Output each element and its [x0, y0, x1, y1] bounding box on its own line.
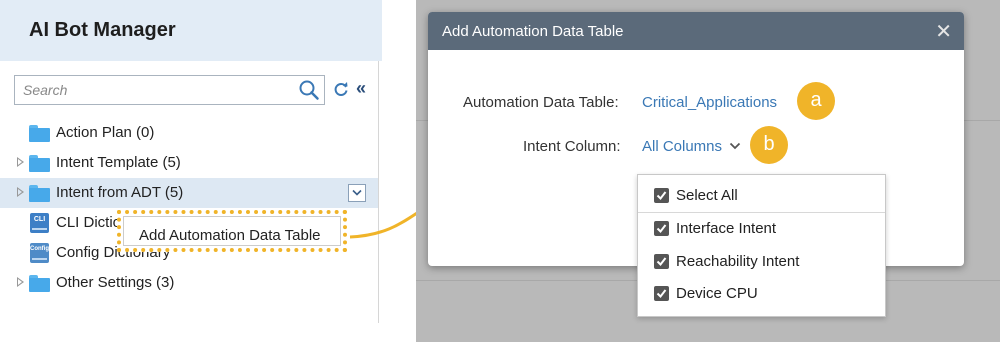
- dropdown-option-reachability-intent[interactable]: Reachability Intent: [638, 246, 885, 278]
- dropdown-option-label: Device CPU: [676, 285, 758, 302]
- config-icon: Config: [30, 243, 49, 263]
- dropdown-option-device-cpu[interactable]: Device CPU: [638, 278, 885, 310]
- refresh-icon[interactable]: [333, 81, 349, 97]
- context-menu-item-label[interactable]: Add Automation Data Table: [139, 227, 321, 244]
- dropdown-option-interface-intent[interactable]: Interface Intent: [638, 213, 885, 245]
- tree-item-label: Other Settings (3): [56, 274, 175, 291]
- tree-item-label: Intent from ADT (5): [56, 184, 184, 201]
- dialog-header: Add Automation Data Table ✕: [428, 12, 964, 50]
- callout-badge-b: b: [750, 126, 788, 164]
- dialog-title: Add Automation Data Table: [442, 23, 624, 40]
- panel-title: AI Bot Manager: [29, 19, 176, 41]
- dropdown-option-label: Interface Intent: [676, 220, 777, 237]
- callout-badge-a: a: [797, 82, 835, 120]
- close-icon[interactable]: ✕: [935, 19, 952, 44]
- cli-icon: CLI: [30, 213, 49, 233]
- folder-icon: [29, 275, 50, 292]
- tree-item-label: Action Plan (0): [56, 124, 155, 141]
- panel-header: AI Bot Manager: [0, 0, 382, 61]
- search-icon[interactable]: [298, 79, 320, 101]
- tree-item-intent-template[interactable]: Intent Template (5): [0, 148, 378, 178]
- checkbox-checked[interactable]: [654, 286, 669, 301]
- tree-item-other-settings[interactable]: Other Settings (3): [0, 268, 378, 298]
- dropdown-option-label: Reachability Intent: [676, 253, 800, 270]
- dropdown-option-label: Select All: [676, 187, 738, 204]
- adt-value-link[interactable]: Critical_Applications: [642, 94, 777, 111]
- collapse-panel-icon[interactable]: «: [356, 78, 366, 99]
- folder-icon: [29, 185, 50, 202]
- search-field[interactable]: Search: [14, 75, 325, 105]
- ai-bot-manager-panel: AI Bot Manager Search « Action Plan (0) …: [0, 0, 382, 323]
- intent-column-dropdown: Select All Interface Intent Reachability…: [637, 174, 886, 317]
- checkbox-checked[interactable]: [654, 188, 669, 203]
- adt-label: Automation Data Table:: [463, 94, 619, 111]
- context-menu: Add Automation Data Table: [117, 210, 347, 252]
- checkbox-checked[interactable]: [654, 254, 669, 269]
- checkbox-checked[interactable]: [654, 221, 669, 236]
- folder-icon: [29, 155, 50, 172]
- dropdown-option-select-all[interactable]: Select All: [638, 180, 885, 213]
- tree-item-intent-from-adt[interactable]: Intent from ADT (5): [0, 178, 378, 208]
- intent-column-label: Intent Column:: [523, 138, 621, 155]
- folder-icon: [29, 125, 50, 142]
- context-menu-add-adt[interactable]: Add Automation Data Table: [123, 216, 341, 246]
- chevron-down-icon[interactable]: [729, 141, 741, 151]
- tree-item-label: Intent Template (5): [56, 154, 181, 171]
- tree-item-action-plan[interactable]: Action Plan (0): [0, 118, 378, 148]
- intent-column-select[interactable]: All Columns: [642, 138, 722, 155]
- search-placeholder[interactable]: Search: [23, 82, 67, 98]
